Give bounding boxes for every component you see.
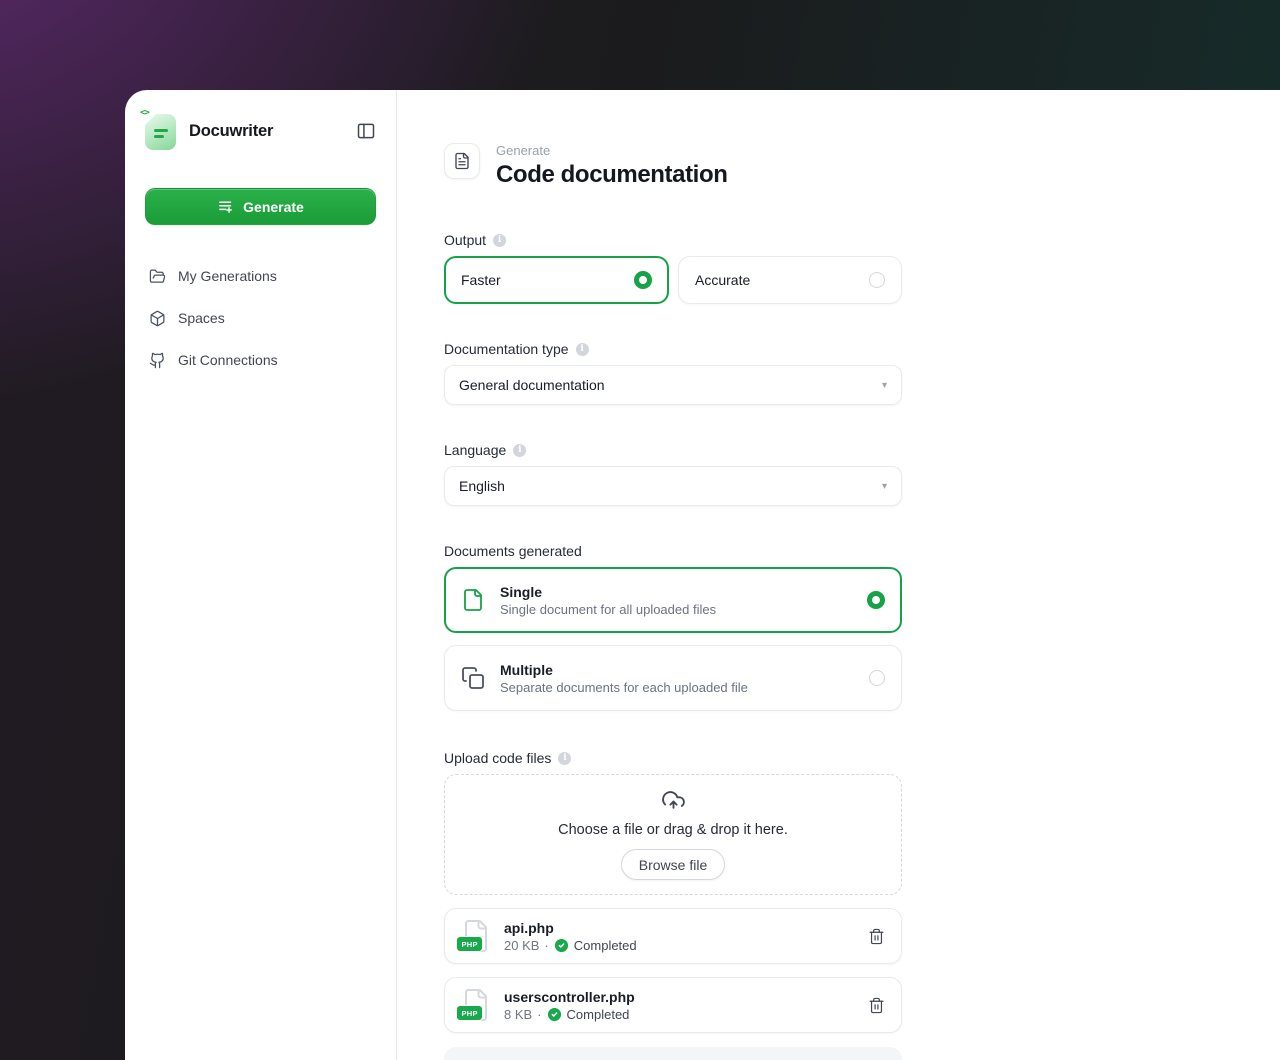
php-file-icon: PHP [456,917,491,955]
file-meta: 20 KB · Completed [504,937,637,953]
chevron-down-icon: ▾ [881,480,887,492]
sidebar-item-my-generations[interactable]: My Generations [145,258,376,294]
folder-open-icon [149,268,166,285]
file-meta: 8 KB · Completed [504,1006,630,1022]
php-file-icon: PHP [456,986,491,1024]
breadcrumb: Generate [496,143,551,158]
cloud-upload-icon [661,789,686,814]
documents-option-multiple[interactable]: Multiple Separate documents for each upl… [444,645,902,711]
main-area: Generate Code documentation Output i Fas… [397,90,1280,1060]
info-icon[interactable]: i [558,751,572,765]
language-label: Language i [444,442,902,458]
delete-file-button[interactable] [868,997,885,1014]
output-label: Output i [444,232,902,248]
radio-unselected-icon [869,670,885,686]
sidebar: <> Docuwriter Generate My Generations Sp… [125,90,397,1060]
page-header: Generate Code documentation [444,143,902,189]
radio-selected-icon [867,591,885,609]
info-icon[interactable]: i [575,342,589,356]
info-icon[interactable]: i [513,443,527,457]
sidebar-item-git-connections[interactable]: Git Connections [145,342,376,378]
package-icon [149,310,166,327]
output-option-faster[interactable]: Faster [444,256,669,304]
panel-left-icon [356,121,376,141]
file-name: userscontroller.php [504,988,635,1005]
docuwriter-logo-icon: <> [140,108,176,150]
github-icon [149,352,166,369]
brand: <> Docuwriter [140,108,376,150]
dropzone-text: Choose a file or drag & drop it here. [558,822,788,838]
documents-option-single[interactable]: Single Single document for all uploaded … [444,567,902,633]
documentation-type-select[interactable]: General documentation ▾ [444,365,902,405]
language-select[interactable]: English ▾ [444,466,902,506]
copy-icon [461,666,485,690]
documents-generated-label: Documents generated [444,543,582,559]
app-window: <> Docuwriter Generate My Generations Sp… [125,90,1280,1060]
upload-code-files-label: Upload code files i [444,750,902,766]
file-name: api.php [504,919,554,936]
git-repositories-note: Want to upload bigger files? Try Git Rep… [444,1047,902,1060]
uploaded-file-row: PHP api.php 20 KB · Completed [444,908,902,964]
file-text-icon [444,143,480,179]
documentation-type-label: Documentation type i [444,341,902,357]
trash-icon [868,997,885,1014]
list-plus-icon [217,198,234,215]
sidebar-item-spaces[interactable]: Spaces [145,300,376,336]
check-circle-icon [554,938,569,953]
radio-selected-icon [634,271,652,289]
output-option-accurate[interactable]: Accurate [678,256,902,304]
check-circle-icon [547,1007,562,1022]
sidebar-nav: My Generations Spaces Git Connections [145,258,376,378]
chevron-down-icon: ▾ [881,379,887,391]
generate-button[interactable]: Generate [145,188,376,225]
browse-file-button[interactable]: Browse file [620,849,726,880]
file-icon [461,588,485,612]
info-icon[interactable]: i [493,233,507,247]
page-title: Code documentation [496,161,728,188]
radio-unselected-icon [869,272,885,288]
panel-toggle-button[interactable] [356,121,376,141]
brand-name: Docuwriter [189,121,274,140]
delete-file-button[interactable] [868,928,885,945]
trash-icon [868,928,885,945]
uploaded-file-row: PHP userscontroller.php 8 KB · Completed [444,977,902,1033]
file-dropzone[interactable]: Choose a file or drag & drop it here. Br… [444,774,902,895]
